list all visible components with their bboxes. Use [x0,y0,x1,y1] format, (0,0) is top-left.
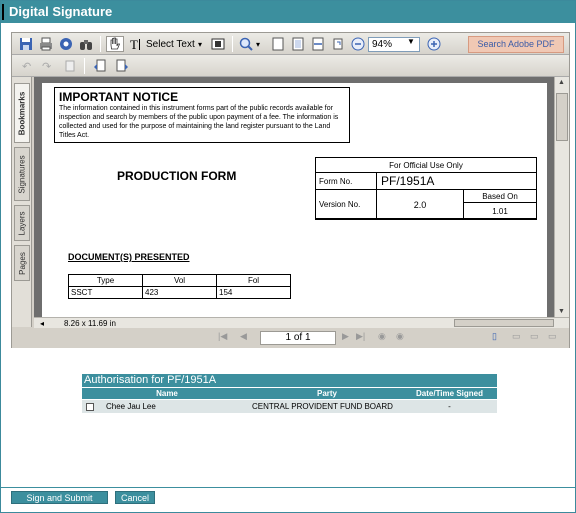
notice-title: IMPORTANT NOTICE [59,90,179,104]
zoom-out-icon[interactable] [350,36,366,52]
email-icon[interactable] [58,36,74,52]
column-header-date: Date/Time Signed [416,389,483,398]
date-signed-cell: - [448,402,451,411]
last-page-icon[interactable]: ▶| [356,331,365,342]
table-cell: SSCT [68,286,143,299]
official-use-header: For Official Use Only [315,157,537,173]
save-icon[interactable] [18,36,34,52]
cancel-button[interactable]: Cancel [115,491,155,504]
snapshot-icon[interactable] [210,36,226,52]
vertical-scrollbar[interactable]: ▲ ▼ [554,77,569,317]
column-header: Vol [142,274,217,287]
horizontal-scrollbar[interactable]: ◂ 8.26 x 11.69 in [34,317,569,328]
next-view-icon[interactable] [114,58,130,74]
column-header-party: Party [316,389,337,398]
table-cell: 154 [216,286,291,299]
official-use-table: For Official Use Only Form No. PF/1951A … [315,157,537,220]
undo-icon[interactable]: ↶ [22,58,31,74]
next-page-icon[interactable]: ▶ [342,331,349,342]
authorisation-header-row: Name Party Date/Time Signed [82,387,497,399]
party-cell: CENTRAL PROVIDENT FUND BOARD [252,402,393,411]
facing-icon[interactable]: ▭ [530,331,539,342]
form-no-value: PF/1951A [376,172,537,190]
window-title: Digital Signature [9,4,113,19]
zoom-level-dropdown-icon[interactable]: ▼ [407,37,415,46]
page-options-icon[interactable] [62,58,78,74]
scroll-up-icon[interactable]: ▲ [558,79,565,86]
binoculars-icon[interactable] [78,36,94,52]
sign-and-submit-button[interactable]: Sign and Submit [11,491,108,504]
hand-tool-icon[interactable] [106,36,124,52]
actual-size-icon[interactable] [270,36,286,52]
column-header-name: Name [156,389,178,398]
document-page: IMPORTANT NOTICE The information contain… [42,83,547,317]
title-bar: Digital Signature [1,1,575,23]
pdf-viewer: T Select Text ▾ ▾ 94% ▼ Search Adobe PDF… [11,32,570,348]
authorisation-title: Authorisation for PF/1951A [82,374,497,387]
signer-name: Chee Jau Lee [106,402,156,411]
form-title: PRODUCTION FORM [117,169,237,183]
scroll-thumb[interactable] [454,319,554,327]
scroll-down-icon[interactable]: ▼ [558,308,565,315]
zoom-tool-icon[interactable] [238,36,254,52]
form-no-label: Form No. [315,172,377,190]
next-view-nav-icon[interactable]: ◉ [396,331,404,342]
zoom-dropdown-icon[interactable]: ▾ [256,36,260,52]
table-row: Chee Jau Lee CENTRAL PROVIDENT FUND BOAR… [82,399,497,413]
first-page-icon[interactable]: |◀ [218,331,227,342]
important-notice-box: IMPORTANT NOTICE The information contain… [54,87,350,143]
toolbar-separator [84,58,85,74]
page-number-input[interactable]: 1 of 1 [260,331,336,345]
authorisation-panel: Authorisation for PF/1951A Name Party Da… [82,374,497,413]
table-header-row: Type Vol Fol [68,274,291,287]
scroll-thumb[interactable] [556,93,568,141]
navigation-panel-tabs: Bookmarks Signatures Layers Pages [12,77,32,327]
previous-view-icon[interactable] [92,58,108,74]
fit-width-icon[interactable] [310,36,326,52]
continuous-facing-icon[interactable]: ▭ [548,331,557,342]
rotate-icon[interactable] [330,36,346,52]
svg-text:T: T [130,37,138,52]
document-view: IMPORTANT NOTICE The information contain… [34,77,554,317]
select-dropdown-icon[interactable]: ▾ [198,36,202,52]
column-header: Fol [216,274,291,287]
zoom-in-icon[interactable] [426,36,442,52]
previous-page-icon[interactable]: ◀ [240,331,247,342]
based-on-value: 1.01 [463,202,537,220]
secondary-toolbar: ↶ ↷ [12,55,569,77]
select-text-icon[interactable]: T [128,36,144,52]
viewer-toolbar: T Select Text ▾ ▾ 94% ▼ Search Adobe PDF [12,33,569,64]
tab-layers[interactable]: Layers [14,205,30,241]
toolbar-separator [232,36,233,52]
based-on-label: Based On [463,189,537,203]
tab-pages[interactable]: Pages [14,245,30,281]
print-icon[interactable] [38,36,54,52]
digital-signature-window: Digital Signature T Select Text ▾ ▾ 94% … [0,0,576,513]
page-navigation-bar: |◀ ◀ 1 of 1 ▶ ▶| ◉ ◉ ▯ ▭ ▭ ▭ [12,328,569,348]
notice-body: The information contained in this instru… [59,105,339,139]
fit-page-icon[interactable] [290,36,306,52]
redo-icon[interactable]: ↷ [42,58,51,74]
text-caret [2,4,4,20]
version-value: 2.0 [376,189,464,220]
select-text-label[interactable]: Select Text [146,36,195,52]
footer-divider [1,487,575,488]
version-label: Version No. [315,189,377,220]
single-page-icon[interactable]: ▯ [492,331,497,342]
column-header: Type [68,274,143,287]
search-adobe-pdf-button[interactable]: Search Adobe PDF files [468,36,564,64]
signer-cell: Chee Jau Lee [82,400,252,413]
previous-view-nav-icon[interactable]: ◉ [378,331,386,342]
documents-table: Type Vol Fol SSCT 423 154 [68,274,291,299]
sign-checkbox[interactable] [86,403,94,411]
table-row: SSCT 423 154 [68,286,291,299]
documents-presented-heading: DOCUMENT(S) PRESENTED [68,252,190,262]
continuous-icon[interactable]: ▭ [512,331,521,342]
tab-signatures[interactable]: Signatures [14,147,30,201]
table-cell: 423 [142,286,217,299]
toolbar-separator [100,36,101,52]
tab-bookmarks[interactable]: Bookmarks [14,83,30,143]
